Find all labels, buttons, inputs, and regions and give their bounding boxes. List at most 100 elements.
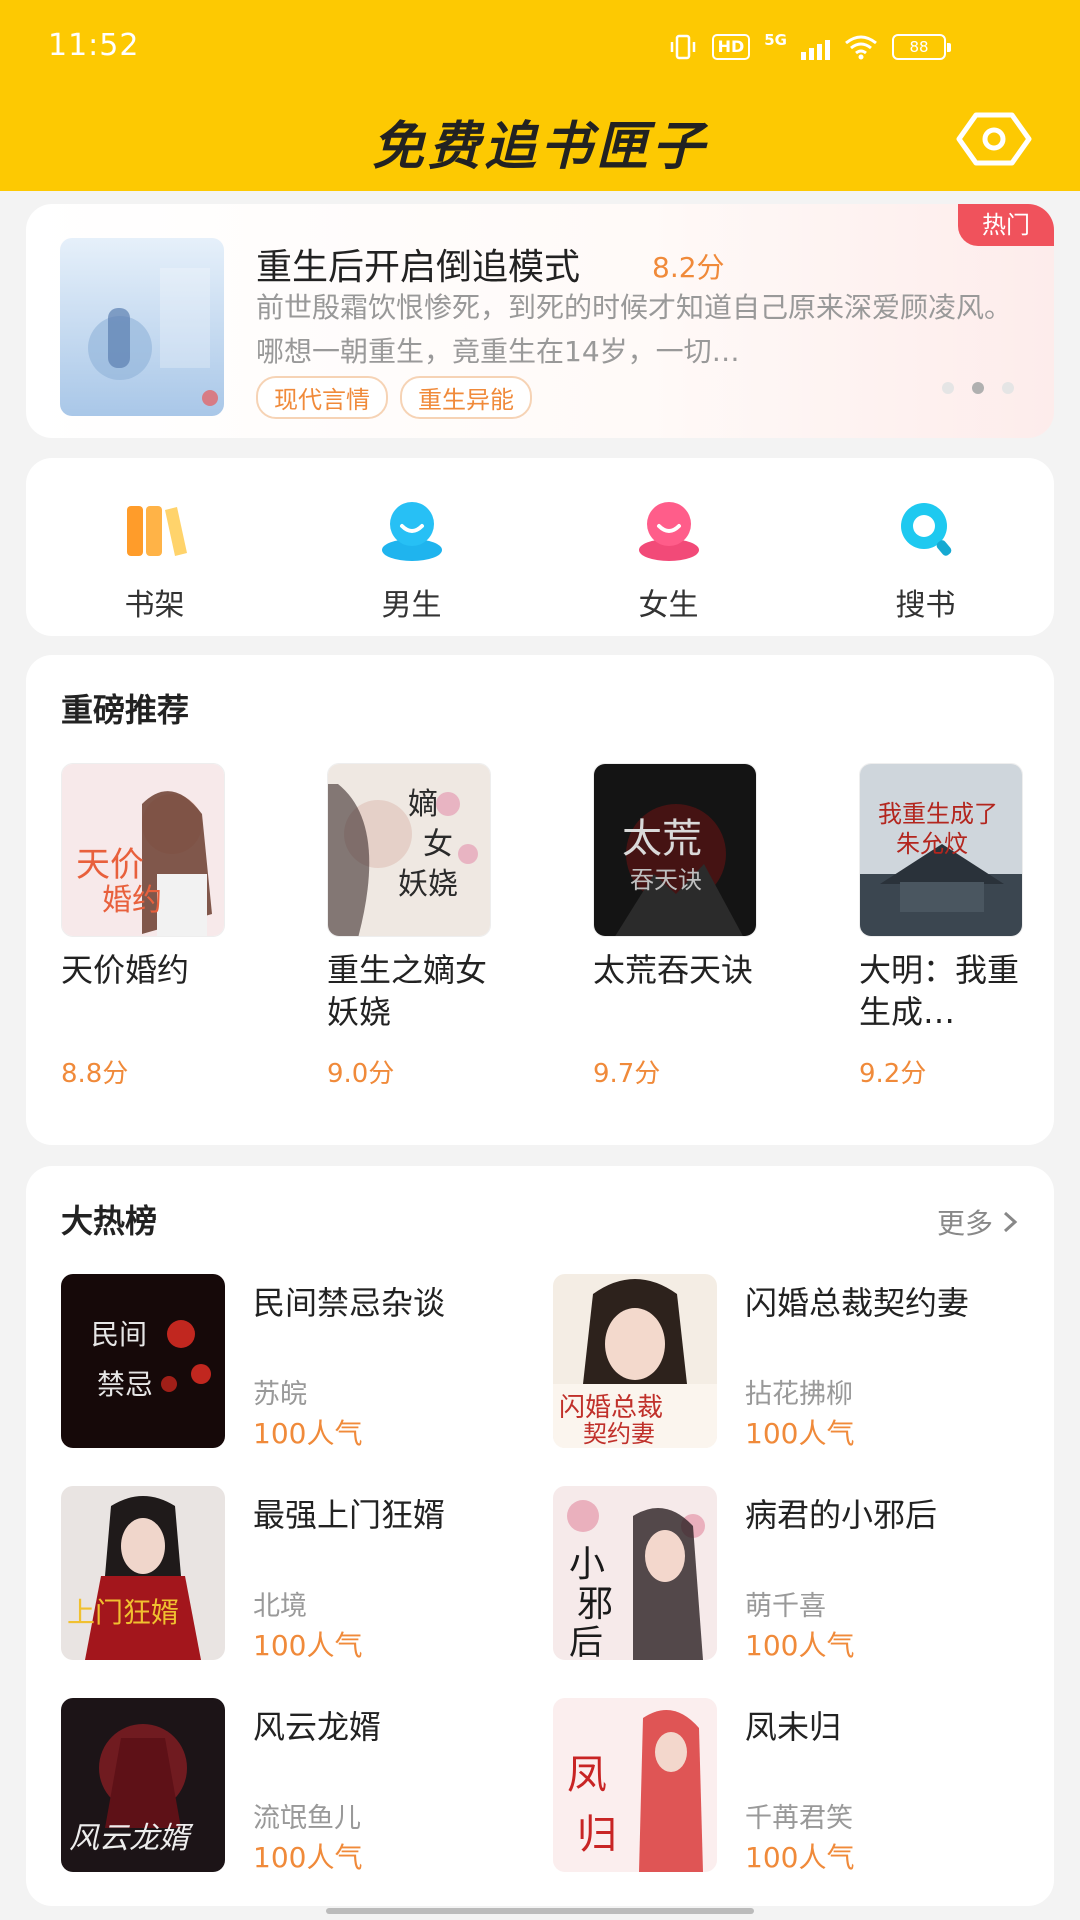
nav-label: 男生 [381,588,442,623]
book-cover: 上门狂婿 [61,1486,225,1660]
wifi-icon [845,35,877,60]
svg-text:禁忌: 禁忌 [97,1368,153,1401]
recommend-book[interactable]: 太荒 吞天诀 太荒吞天诀 9.7分 [593,763,859,1090]
banner-book-title: 重生后开启倒追模式 [256,247,581,288]
book-cover: 风云龙婿 [61,1698,225,1872]
book-cover: 闪婚总裁 契约妻 [553,1274,717,1448]
hot-list-grid: 民间 禁忌 民间禁忌杂谈 苏皖 100人气 闪婚总裁 契约妻 闪婚总裁契约妻 拈… [61,1274,1045,1874]
app-header: 11:52 HD 5G 88 免费追书匣子 [0,0,1080,191]
book-name: 闪婚总裁契约妻 [745,1284,970,1322]
book-cover: 天价 婚约 [61,763,225,937]
book-name: 天价婚约 [61,951,190,989]
banner-book-description: 前世殷霜饮恨惨死，到死的时候才知道自己原来深爱顾凌风。哪想一朝重生，竟重生在14… [256,291,1013,368]
home-indicator[interactable] [326,1908,754,1914]
recommend-list: 天价 婚约 天价婚约 8.8分 嫡 女 妖娆 重生之嫡女妖娆 9.0分 太荒 吞… [61,763,1080,1090]
svg-text:上门狂婿: 上门狂婿 [67,1596,179,1629]
svg-text:后: 后 [569,1623,603,1660]
banner-book-cover[interactable] [60,238,224,416]
nav-label: 女生 [638,588,699,623]
svg-text:吞天诀: 吞天诀 [630,866,702,894]
carousel-indicator [942,382,1014,394]
recommend-section: 重磅推荐 天价 婚约 天价婚约 8.8分 嫡 女 妖娆 重生之嫡女妖娆 9.0分… [26,655,1054,1145]
book-cover: 凤 归 [553,1698,717,1872]
section-title: 大热榜 [61,1202,158,1240]
nav-male[interactable]: 男生 [283,458,540,636]
chevron-right-icon [1003,1211,1018,1233]
banner-tags: 现代言情 重生异能 [256,376,532,419]
book-cover: 太荒 吞天诀 [593,763,757,937]
book-popularity: 100人气 [745,1629,855,1662]
category-nav: 书架 男生 女生 搜书 [26,458,1054,636]
hot-book[interactable]: 上门狂婿 最强上门狂婿 北境 100人气 [61,1486,553,1662]
book-author: 苏皖 [253,1379,307,1410]
hot-book[interactable]: 民间 禁忌 民间禁忌杂谈 苏皖 100人气 [61,1274,553,1450]
hd-icon: HD [711,34,751,60]
bookshelf-icon [126,506,187,556]
svg-text:女: 女 [423,827,453,862]
recommend-book[interactable]: 我重生成了 朱允炆 大明：我重生成… 9.2分 [859,763,1080,1090]
hot-badge: 热门 [958,204,1054,246]
search-icon [900,503,951,556]
tag: 现代言情 [256,376,388,419]
recommend-book[interactable]: 嫡 女 妖娆 重生之嫡女妖娆 9.0分 [327,763,593,1090]
book-name: 病君的小邪后 [745,1496,938,1534]
book-author: 拈花拂柳 [745,1379,853,1410]
nav-female[interactable]: 女生 [540,458,797,636]
book-popularity: 100人气 [745,1841,855,1874]
status-time: 11:52 [48,28,140,63]
book-author: 萌千喜 [745,1591,826,1622]
book-name: 凤未归 [745,1708,842,1746]
nav-label: 书架 [124,588,185,623]
hot-book[interactable]: 风云龙婿 风云龙婿 流氓鱼儿 100人气 [61,1698,553,1874]
more-link[interactable]: 更多 [937,1202,1019,1242]
nav-bookshelf[interactable]: 书架 [26,458,283,636]
banner-book-score: 8.2分 [652,251,725,284]
status-icons: HD 5G 88 [668,31,951,60]
vibrate-icon [670,34,695,60]
svg-text:嫡: 嫡 [408,787,438,822]
hot-book[interactable]: 小 邪 后 病君的小邪后 萌千喜 100人气 [553,1486,1045,1662]
svg-text:朱允炆: 朱允炆 [896,830,968,858]
book-name: 风云龙婿 [253,1708,382,1746]
book-popularity: 100人气 [253,1629,363,1662]
book-author: 北境 [253,1591,307,1622]
page-title: 免费追书匣子 [371,117,708,177]
section-title: 重磅推荐 [61,691,190,729]
svg-text:契约妻: 契约妻 [583,1420,655,1448]
svg-text:天价: 天价 [76,845,144,885]
network-label: 5G [764,31,787,49]
book-name: 大明：我重生成… [859,951,1020,1031]
book-popularity: 100人气 [253,1417,363,1450]
nav-label: 搜书 [895,588,956,623]
signal-icon [801,34,830,60]
svg-text:闪婚总裁: 闪婚总裁 [559,1393,663,1423]
book-cover: 嫡 女 妖娆 [327,763,491,937]
book-score: 8.8分 [61,1059,129,1089]
hot-book[interactable]: 闪婚总裁 契约妻 闪婚总裁契约妻 拈花拂柳 100人气 [553,1274,1045,1450]
battery-icon: 88 [892,34,951,60]
book-score: 9.7分 [593,1059,661,1089]
recommend-book[interactable]: 天价 婚约 天价婚约 8.8分 [61,763,327,1090]
book-author: 流氓鱼儿 [253,1803,361,1834]
svg-text:凤: 凤 [567,1752,607,1798]
svg-text:太荒: 太荒 [622,816,702,862]
book-popularity: 100人气 [253,1841,363,1874]
hot-book[interactable]: 凤 归 凤未归 千苒君笑 100人气 [553,1698,1045,1874]
svg-text:小: 小 [569,1544,605,1585]
book-name: 太荒吞天诀 [593,951,754,989]
carousel-dot [1002,382,1014,394]
book-name: 民间禁忌杂谈 [253,1284,446,1322]
svg-text:归: 归 [577,1812,617,1858]
settings-button[interactable] [956,112,1032,166]
svg-text:邪: 邪 [577,1584,613,1625]
svg-text:妖娆: 妖娆 [398,867,458,902]
svg-text:民间: 民间 [91,1318,147,1351]
svg-text:婚约: 婚约 [102,883,162,918]
book-cover: 民间 禁忌 [61,1274,225,1448]
nav-search[interactable]: 搜书 [797,458,1054,636]
book-name: 重生之嫡女妖娆 [327,951,488,1031]
male-icon [381,502,442,561]
svg-text:我重生成了: 我重生成了 [878,800,998,828]
featured-banner[interactable]: 重生后开启倒追模式 8.2分 前世殷霜饮恨惨死，到死的时候才知道自己原来深爱顾凌… [26,204,1054,438]
carousel-dot-active [972,382,984,394]
